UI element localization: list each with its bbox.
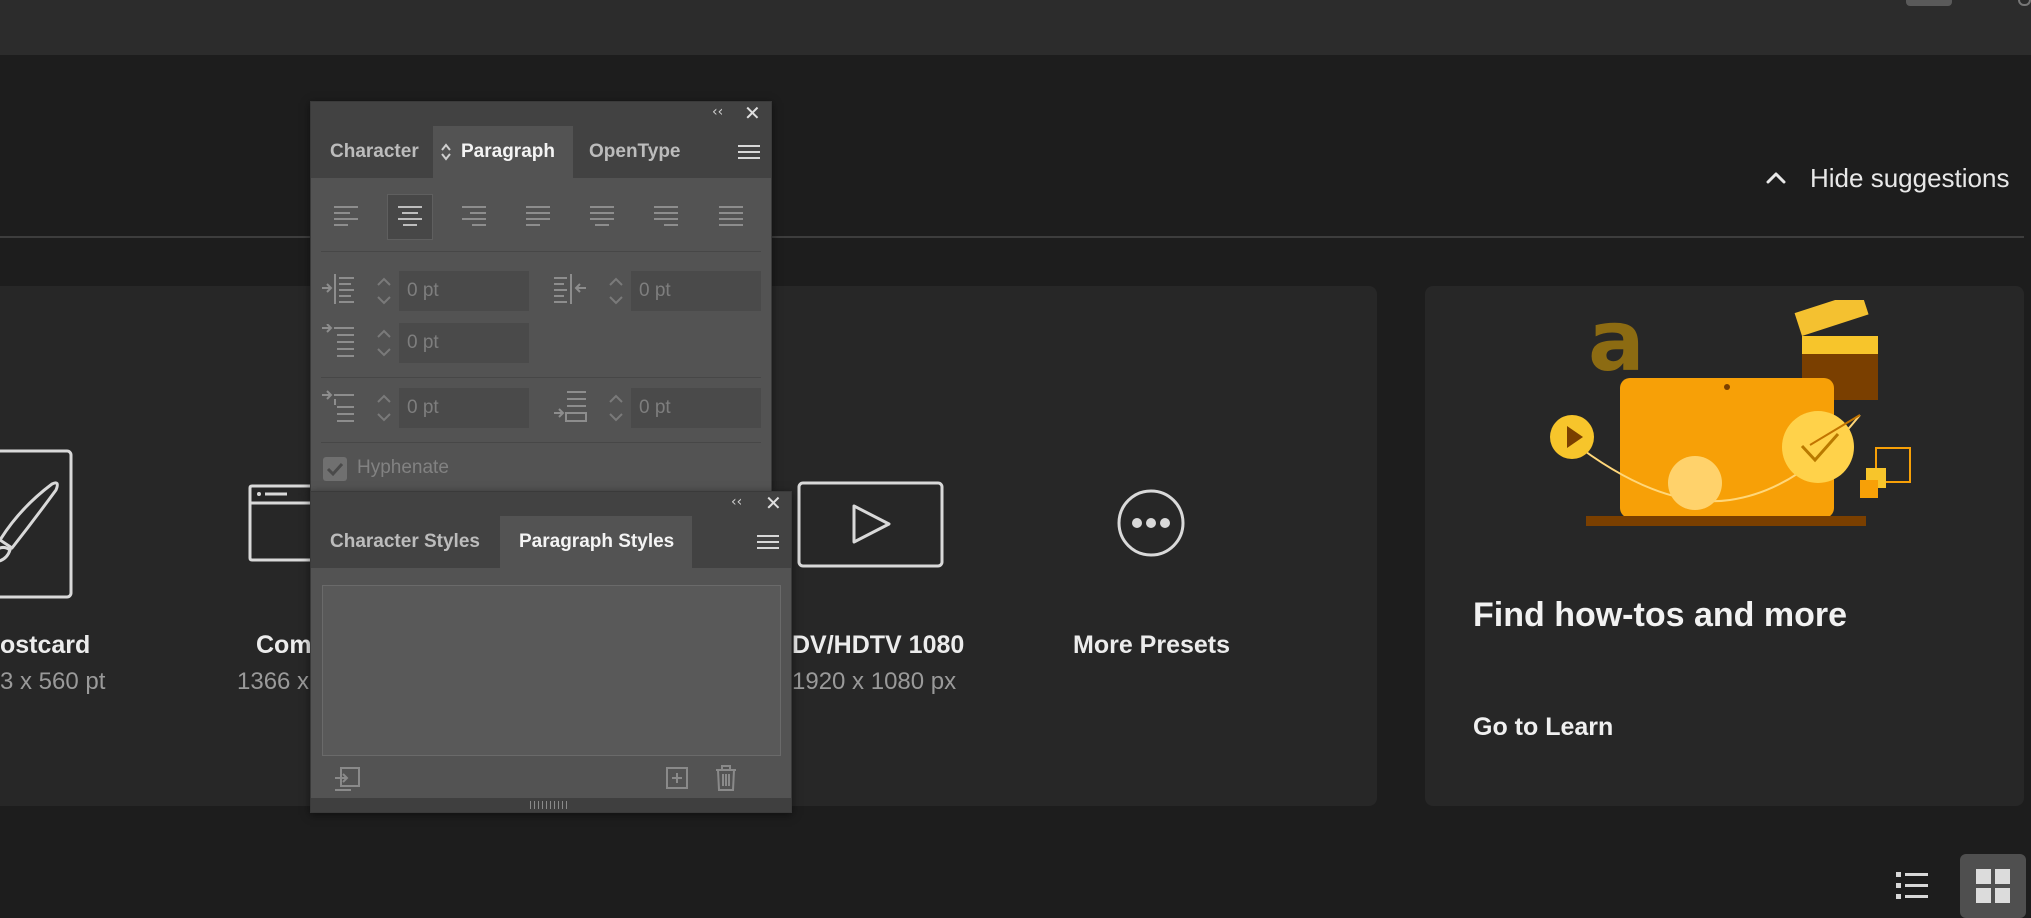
space-after-icon [554, 391, 587, 422]
space-before-stepper[interactable] [371, 388, 397, 428]
left-indent-icon [322, 274, 354, 304]
trash-icon[interactable] [712, 764, 740, 792]
align-left-icon [334, 206, 358, 226]
space-after-stepper[interactable] [603, 388, 629, 428]
justify-right-icon [654, 206, 678, 226]
first-line-indent-stepper[interactable] [371, 323, 397, 363]
panel-title-bar[interactable]: ‹‹ ✕ [311, 102, 771, 126]
collapse-panel-icon[interactable]: ‹‹ [731, 494, 742, 510]
topbar-edge-icon[interactable] [2018, 0, 2031, 6]
go-to-learn-link[interactable]: Go to Learn [1473, 713, 1613, 742]
panel-separator [321, 251, 761, 252]
justify-left-icon [526, 206, 550, 226]
hide-suggestions-label: Hide suggestions [1810, 162, 2010, 193]
space-before-field[interactable] [399, 388, 529, 428]
sort-arrows-icon [441, 143, 451, 161]
justify-all-button[interactable] [708, 194, 754, 240]
panel-menu-icon[interactable] [738, 145, 760, 161]
preset-size: 3 x 560 pt [0, 668, 106, 695]
hide-suggestions-button[interactable]: Hide suggestions [1764, 158, 2009, 198]
preset-size: 1366 x [237, 668, 310, 695]
preset-name[interactable]: DV/HDTV 1080 [792, 631, 964, 660]
justify-left-button[interactable] [515, 194, 561, 240]
left-indent-stepper[interactable] [371, 271, 397, 311]
learn-illustration: a [1550, 300, 1911, 526]
left-indent-field[interactable] [399, 271, 529, 311]
tab-label: Character [330, 141, 419, 162]
paragraph-styles-panel: ‹‹ ✕ Character Styles Paragraph Styles [310, 491, 792, 813]
load-styles-icon[interactable] [333, 764, 361, 792]
play-icon[interactable] [797, 481, 944, 568]
panel-separator [321, 377, 761, 378]
browser-window-icon[interactable] [247, 483, 313, 563]
new-style-icon[interactable] [663, 764, 691, 792]
paragraph-panel: ‹‹ ✕ Character Paragraph OpenType 0 pt 0… [310, 101, 772, 493]
tab-character[interactable]: Character [311, 126, 433, 178]
first-line-indent-icon [322, 324, 354, 357]
hyphenate-label: Hyphenate [357, 457, 449, 478]
space-after-field[interactable] [631, 388, 761, 428]
right-indent-field[interactable] [631, 271, 761, 311]
preset-size: 1920 x 1080 px [792, 668, 957, 695]
ellipsis-icon[interactable] [1116, 488, 1186, 558]
collapse-panel-icon[interactable]: ‹‹ [712, 104, 723, 120]
justify-right-button[interactable] [643, 194, 689, 240]
top-bar [0, 0, 2031, 55]
tab-label: Paragraph Styles [519, 531, 675, 552]
close-panel-icon[interactable]: ✕ [765, 492, 782, 514]
paintbrush-icon[interactable] [0, 448, 83, 600]
panel-separator [321, 442, 761, 443]
tab-label: Paragraph [461, 141, 555, 162]
preset-name[interactable]: More Presets [1073, 631, 1230, 660]
hyphenate-checkbox[interactable] [323, 457, 347, 481]
grid-view-icon [1976, 869, 2010, 903]
preset-name[interactable]: Com [256, 631, 312, 660]
space-before-icon [322, 390, 354, 422]
tab-paragraph[interactable]: Paragraph [433, 126, 573, 178]
grid-view-button[interactable] [1960, 854, 2026, 918]
justify-center-button[interactable] [579, 194, 625, 240]
align-right-button[interactable] [451, 194, 497, 240]
section-divider [0, 236, 2024, 238]
learn-title: Find how-tos and more [1473, 596, 1847, 634]
align-center-button[interactable] [387, 194, 433, 240]
panel-title-bar[interactable]: ‹‹ ✕ [311, 492, 791, 516]
justify-all-icon [719, 206, 743, 226]
panel-tabs: Character Styles Paragraph Styles [311, 516, 791, 568]
first-line-indent-field[interactable] [399, 323, 529, 363]
styles-list[interactable] [322, 585, 781, 756]
tab-label: OpenType [589, 141, 681, 162]
align-left-button[interactable] [323, 194, 369, 240]
justify-center-icon [590, 206, 614, 226]
panel-tabs: Character Paragraph OpenType [311, 126, 771, 178]
grip-icon [530, 801, 570, 809]
chevron-up-icon [1766, 172, 1786, 184]
tab-label: Character Styles [330, 531, 480, 552]
right-indent-stepper[interactable] [603, 271, 629, 311]
topbar-button[interactable] [1906, 0, 1952, 6]
right-indent-icon [554, 274, 586, 304]
panel-menu-icon[interactable] [757, 535, 779, 551]
checkmark-icon [326, 462, 344, 477]
align-right-icon [462, 206, 486, 226]
preset-name[interactable]: ostcard [0, 631, 90, 660]
align-center-icon [398, 206, 422, 226]
tab-paragraph-styles[interactable]: Paragraph Styles [500, 516, 692, 568]
list-view-icon[interactable] [1894, 868, 1930, 904]
close-panel-icon[interactable]: ✕ [744, 102, 761, 124]
resize-handle[interactable] [311, 798, 791, 812]
tab-opentype[interactable]: OpenType [573, 126, 703, 178]
svg-text:a: a [1588, 300, 1645, 390]
tab-character-styles[interactable]: Character Styles [311, 516, 500, 568]
